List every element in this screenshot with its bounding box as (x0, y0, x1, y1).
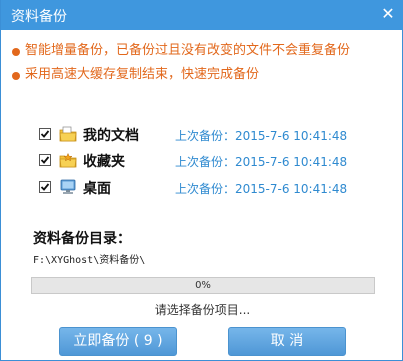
checkmark-icon (40, 130, 50, 138)
close-icon[interactable]: ✕ (377, 3, 399, 25)
backup-directory-label: 资料备份目录： (33, 231, 131, 247)
checkmark-icon (40, 183, 50, 191)
tip-text: 采用高速大缓存复制结束，快速完成备份 (25, 67, 260, 82)
last-backup-time: 上次备份：2015-7-6 10:41:48 (175, 182, 348, 196)
favorites-folder-icon (59, 152, 77, 168)
backup-item-desktop: 桌面 上次备份：2015-7-6 10:41:48 (39, 178, 379, 198)
backup-item-my-documents: 我的文档 上次备份：2015-7-6 10:41:48 (39, 125, 379, 145)
last-backup-time: 上次备份：2015-7-6 10:41:48 (175, 155, 348, 169)
tip-line: 采用高速大缓存复制结束，快速完成备份 (11, 66, 350, 90)
backup-directory-path: F:\XYGhost\资料备份\ (33, 255, 146, 266)
tips-list: 智能增量备份，已备份过且没有改变的文件不会重复备份 采用高速大缓存复制结束，快速… (11, 42, 350, 90)
tip-text: 智能增量备份，已备份过且没有改变的文件不会重复备份 (25, 43, 351, 58)
window-title: 资料备份 (11, 9, 67, 25)
checkmark-icon (40, 156, 50, 164)
favorites-checkbox[interactable] (39, 154, 51, 166)
last-backup-time: 上次备份：2015-7-6 10:41:48 (175, 129, 348, 143)
backup-dialog: 资料备份 ✕ 智能增量备份，已备份过且没有改变的文件不会重复备份 采用高速大缓存… (0, 0, 403, 361)
backup-item-favorites: 收藏夹 上次备份：2015-7-6 10:41:48 (39, 151, 379, 171)
folder-document-icon (59, 126, 77, 142)
cancel-button[interactable]: 取 消 (228, 327, 346, 356)
item-name: 桌面 (83, 181, 111, 197)
my-documents-checkbox[interactable] (39, 128, 51, 140)
status-text: 请选择备份项目... (154, 303, 251, 317)
item-name: 我的文档 (83, 128, 139, 144)
progress-percent: 0% (195, 280, 211, 291)
title-bar[interactable]: 资料备份 ✕ (1, 0, 403, 30)
start-backup-button[interactable]: 立即备份 ( 9 ) (59, 327, 177, 356)
item-name: 收藏夹 (83, 154, 125, 170)
tip-line: 智能增量备份，已备份过且没有改变的文件不会重复备份 (11, 42, 350, 66)
progress-bar: 0% (31, 277, 375, 294)
desktop-checkbox[interactable] (39, 181, 51, 193)
bullet-dot-icon (12, 72, 20, 80)
desktop-icon (60, 179, 76, 194)
bullet-dot-icon (12, 48, 20, 56)
